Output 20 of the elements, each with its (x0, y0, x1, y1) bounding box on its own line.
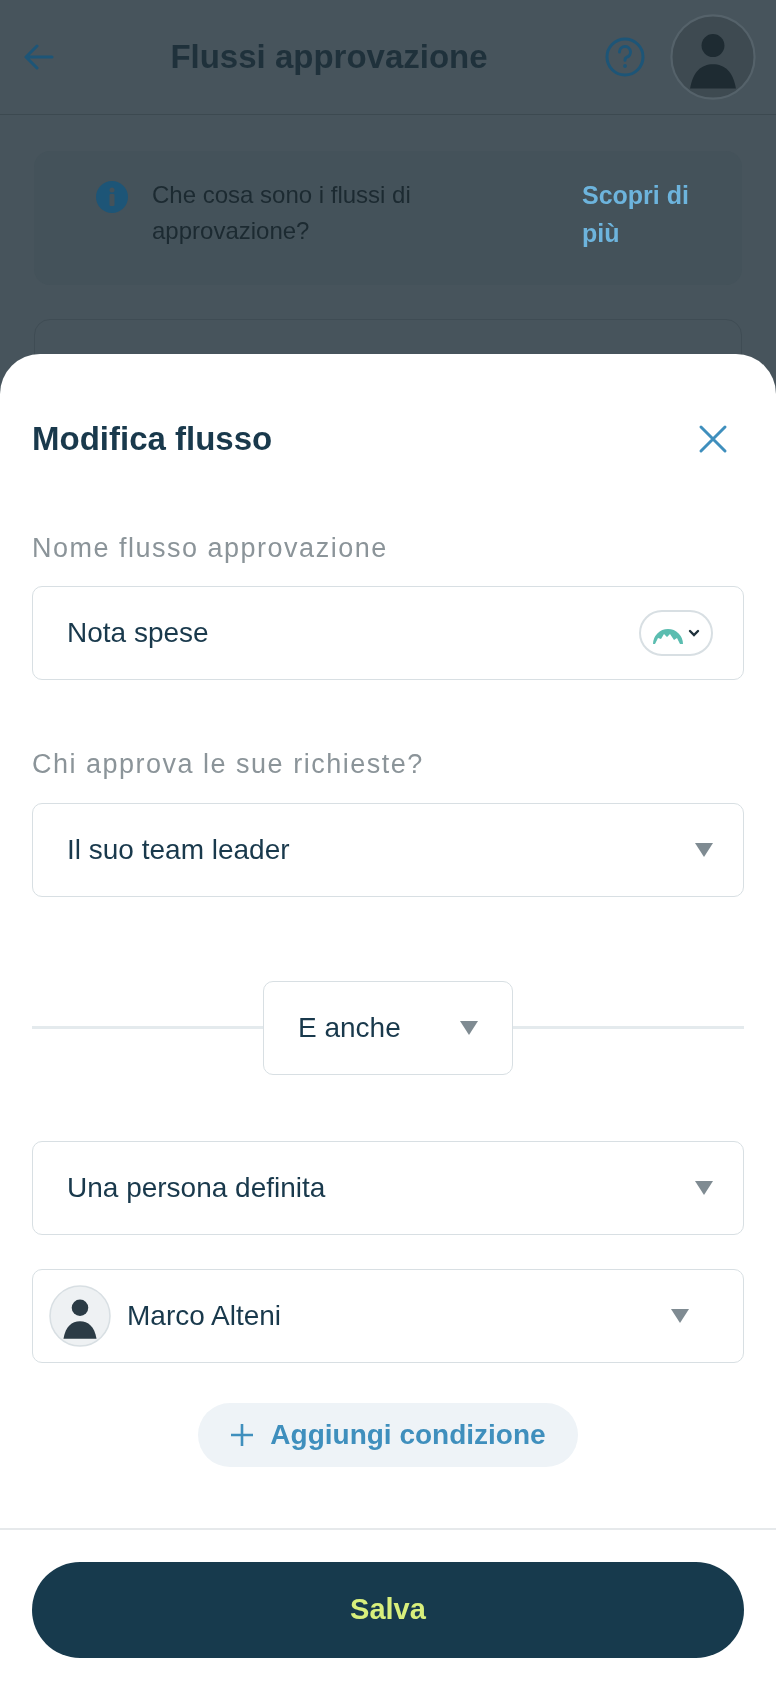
name-field[interactable]: Nota spese (32, 586, 744, 680)
dropdown-icon (695, 842, 713, 857)
avatar (49, 1284, 111, 1347)
icon-picker[interactable] (639, 610, 713, 656)
plus-icon (230, 1422, 255, 1447)
sheet-title: Modifica flusso (32, 419, 273, 459)
close-icon[interactable] (698, 423, 728, 454)
dropdown-icon (671, 1308, 689, 1323)
connector-select[interactable]: E anche (263, 980, 513, 1075)
chevron-down-icon (688, 629, 700, 637)
field-label: Chi approva le sue richieste? (32, 748, 425, 781)
person-select[interactable]: Marco Alteni (32, 1268, 744, 1363)
dropdown-icon (695, 1180, 713, 1195)
info-icon (96, 181, 128, 213)
learn-more-link[interactable]: Scopri di più (582, 177, 712, 259)
dropdown-icon (460, 1020, 478, 1035)
save-button[interactable]: Salva (32, 1562, 744, 1658)
condition-select[interactable]: Una persona definita (32, 1140, 744, 1235)
approver-select[interactable]: Il suo team leader (32, 802, 744, 897)
field-label: Nome flusso approvazione (32, 531, 389, 565)
